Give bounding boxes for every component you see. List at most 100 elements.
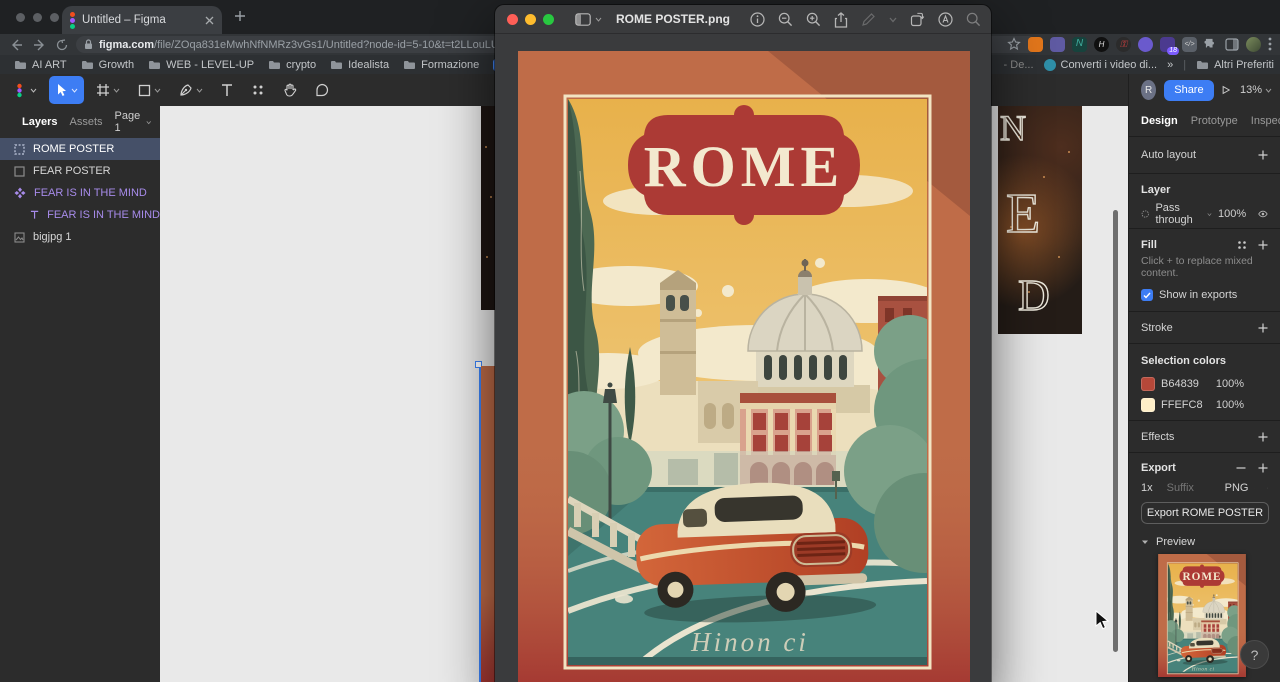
bookmark-item[interactable]: Idealista bbox=[330, 59, 389, 71]
extension-key-icon[interactable]: ⚿ bbox=[1116, 37, 1131, 52]
add-fill-icon[interactable] bbox=[1258, 240, 1268, 250]
present-icon[interactable] bbox=[1222, 84, 1230, 96]
zoom-in-icon[interactable] bbox=[806, 12, 821, 27]
bookmarks-overflow-chevron[interactable]: » bbox=[1167, 59, 1173, 71]
export-scale[interactable]: 1x bbox=[1141, 482, 1153, 494]
markup-circle-icon[interactable] bbox=[938, 12, 953, 27]
browser-menu-icon[interactable] bbox=[1268, 37, 1272, 51]
export-rome-poster-button[interactable]: Export ROME POSTER bbox=[1141, 502, 1269, 524]
color-hex[interactable]: FFEFC8 bbox=[1161, 399, 1203, 411]
move-tool[interactable] bbox=[49, 76, 84, 104]
export-suffix-input[interactable] bbox=[1167, 482, 1211, 494]
extension-badged-icon[interactable]: 18 bbox=[1160, 37, 1175, 52]
extension-violet-icon[interactable] bbox=[1138, 37, 1153, 52]
tab-close-icon[interactable] bbox=[205, 16, 214, 25]
layer-opacity[interactable]: 100% bbox=[1218, 208, 1246, 220]
window-minimize-dot[interactable] bbox=[33, 13, 42, 22]
bookmark-star-icon[interactable] bbox=[1007, 37, 1021, 51]
close-button[interactable] bbox=[507, 14, 518, 25]
fill-styles-icon[interactable] bbox=[1236, 239, 1248, 251]
reload-icon[interactable] bbox=[56, 39, 68, 51]
bookmark-item[interactable]: WEB - LEVEL-UP bbox=[148, 59, 254, 71]
tab-inspect[interactable]: Inspect bbox=[1251, 115, 1280, 127]
layer-row-text[interactable]: FEAR IS IN THE MIND bbox=[0, 204, 160, 226]
add-export-icon[interactable] bbox=[1258, 463, 1268, 473]
extension-n-icon[interactable]: N bbox=[1072, 37, 1087, 52]
pen-tool[interactable] bbox=[173, 76, 209, 104]
comment-tool[interactable] bbox=[309, 76, 335, 104]
add-effect-icon[interactable] bbox=[1258, 432, 1268, 442]
bookmark-item[interactable]: Converti i video di... bbox=[1044, 59, 1158, 71]
extension-purple-icon[interactable] bbox=[1050, 37, 1065, 52]
frame-tool[interactable] bbox=[90, 76, 126, 104]
extension-code-icon[interactable]: </> bbox=[1182, 37, 1197, 52]
layer-row-rome-poster[interactable]: ROME POSTER bbox=[0, 138, 160, 160]
resources-tool[interactable] bbox=[245, 76, 271, 104]
new-tab-button[interactable] bbox=[234, 10, 246, 22]
canvas-fear-poster-edge[interactable] bbox=[481, 106, 496, 310]
color-opacity[interactable]: 100% bbox=[1216, 378, 1244, 390]
color-opacity[interactable]: 100% bbox=[1216, 399, 1244, 411]
text-tool[interactable] bbox=[215, 76, 239, 104]
tab-layers[interactable]: Layers bbox=[22, 116, 57, 128]
info-icon[interactable] bbox=[750, 12, 765, 27]
canvas-fear-poster[interactable]: N E D bbox=[998, 106, 1082, 334]
layer-row-fear-poster[interactable]: FEAR POSTER bbox=[0, 160, 160, 182]
color-swatch-red[interactable] bbox=[1141, 377, 1155, 391]
search-icon[interactable] bbox=[966, 12, 981, 27]
add-stroke-icon[interactable] bbox=[1258, 323, 1268, 333]
extension-fox-icon[interactable] bbox=[1028, 37, 1043, 52]
bookmark-item[interactable]: Growth bbox=[81, 59, 134, 71]
remove-export-icon[interactable] bbox=[1236, 463, 1246, 473]
extension-h-icon[interactable]: H bbox=[1094, 37, 1109, 52]
maximize-button[interactable] bbox=[543, 14, 554, 25]
forward-icon[interactable] bbox=[33, 39, 46, 51]
bookmark-item[interactable]: Formazione bbox=[403, 59, 479, 71]
hand-tool[interactable] bbox=[277, 76, 303, 104]
eye-icon[interactable] bbox=[1258, 209, 1268, 219]
export-options-icon[interactable] bbox=[1267, 486, 1268, 490]
shape-tool[interactable] bbox=[132, 76, 167, 104]
split-view-icon[interactable] bbox=[1225, 38, 1239, 51]
page-selector[interactable]: Page 1 bbox=[115, 110, 152, 134]
zoom-level[interactable]: 13% bbox=[1240, 84, 1272, 96]
preview-window-titlebar[interactable]: ROME POSTER.png bbox=[495, 5, 991, 34]
main-menu-button[interactable] bbox=[6, 76, 43, 104]
bookmark-item[interactable]: AI ART bbox=[14, 59, 67, 71]
layer-row-component[interactable]: FEAR IS IN THE MIND bbox=[0, 182, 160, 204]
blend-mode-icon[interactable] bbox=[1141, 208, 1149, 220]
bookmark-item[interactable]: - De... bbox=[1004, 59, 1034, 71]
help-button[interactable]: ? bbox=[1240, 640, 1269, 669]
share-icon[interactable] bbox=[834, 12, 848, 28]
share-button[interactable]: Share bbox=[1164, 80, 1213, 101]
minimize-button[interactable] bbox=[525, 14, 536, 25]
window-controls[interactable] bbox=[16, 13, 59, 22]
bookmark-folder-other[interactable]: Altri Preferiti bbox=[1196, 59, 1274, 71]
window-close-dot[interactable] bbox=[16, 13, 25, 22]
show-in-exports-checkbox[interactable] bbox=[1141, 289, 1153, 301]
color-swatch-cream[interactable] bbox=[1141, 398, 1155, 412]
canvas-scrollbar[interactable] bbox=[1113, 210, 1118, 652]
color-hex[interactable]: B64839 bbox=[1161, 378, 1199, 390]
sidebar-toggle-button[interactable] bbox=[575, 13, 602, 26]
tab-prototype[interactable]: Prototype bbox=[1191, 115, 1238, 127]
bookmark-item[interactable]: crypto bbox=[268, 59, 316, 71]
extensions-puzzle-icon[interactable] bbox=[1204, 37, 1218, 51]
blend-mode-value[interactable]: Pass through bbox=[1155, 202, 1201, 226]
profile-avatar[interactable] bbox=[1246, 37, 1261, 52]
preview-collapse-icon[interactable] bbox=[1141, 539, 1149, 545]
chevron-down-icon[interactable] bbox=[889, 17, 897, 23]
browser-tab[interactable]: Untitled – Figma bbox=[62, 6, 222, 34]
rotate-icon[interactable] bbox=[910, 12, 925, 27]
zoom-out-icon[interactable] bbox=[778, 12, 793, 27]
window-zoom-dot[interactable] bbox=[50, 13, 59, 22]
export-format[interactable]: PNG bbox=[1225, 482, 1249, 494]
canvas-rome-poster-edge[interactable] bbox=[481, 366, 496, 682]
add-auto-layout-icon[interactable] bbox=[1258, 150, 1268, 160]
back-icon[interactable] bbox=[10, 39, 23, 51]
tab-assets[interactable]: Assets bbox=[69, 116, 102, 128]
tab-design[interactable]: Design bbox=[1141, 115, 1178, 127]
layer-row-image[interactable]: bigjpg 1 bbox=[0, 226, 160, 248]
user-avatar[interactable]: R bbox=[1141, 80, 1156, 100]
markup-pen-icon[interactable] bbox=[861, 12, 876, 27]
